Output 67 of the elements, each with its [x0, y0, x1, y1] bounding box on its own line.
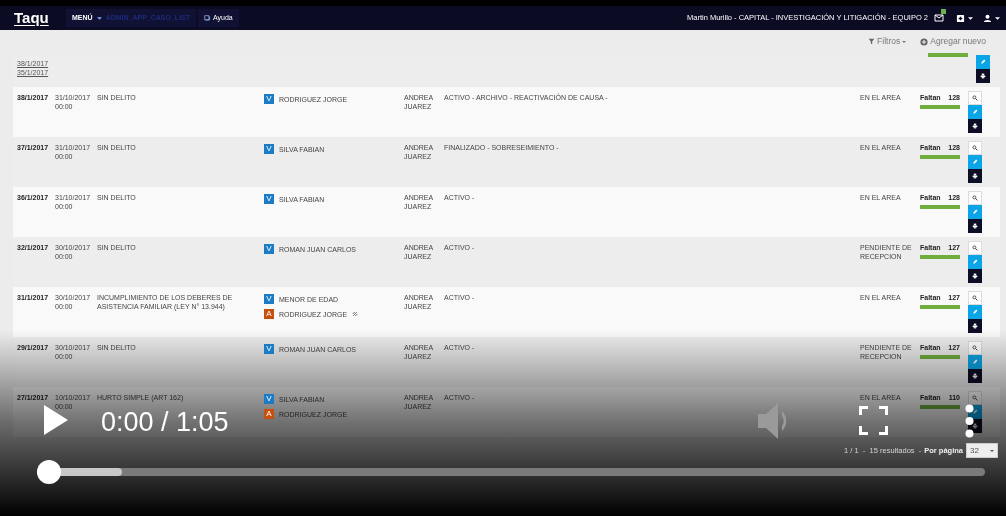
caret-icon: [902, 40, 907, 43]
view-button[interactable]: [968, 141, 982, 155]
add-menu-button[interactable]: [956, 13, 973, 23]
video-time: 0:00 / 1:05: [101, 406, 229, 439]
view-button[interactable]: [968, 191, 982, 205]
search-icon: [972, 395, 978, 401]
app-logo: Taqu: [14, 7, 50, 28]
role-badge: V: [264, 393, 274, 404]
view-button[interactable]: [968, 341, 982, 355]
seek-slider[interactable]: [37, 460, 985, 484]
pencil-icon: [980, 59, 986, 65]
view-button[interactable]: [968, 291, 982, 305]
filter-icon: [868, 38, 876, 45]
printer-icon: [972, 373, 978, 379]
messages-button[interactable]: [934, 12, 946, 24]
search-icon: [972, 295, 978, 301]
print-button[interactable]: [968, 269, 982, 283]
caret-icon: [995, 16, 1000, 20]
role-badge: A: [264, 308, 274, 319]
book-icon: [204, 14, 212, 22]
pencil-icon: [972, 159, 978, 165]
fullscreen-button[interactable]: [859, 406, 888, 435]
print-button[interactable]: [968, 169, 982, 183]
role-badge: V: [264, 343, 274, 354]
printer-icon: [972, 273, 978, 279]
printer-icon: [980, 73, 986, 79]
pencil-icon: [972, 259, 978, 265]
view-button[interactable]: [968, 91, 982, 105]
more-options-button[interactable]: [965, 404, 974, 438]
search-icon: [972, 195, 978, 201]
caret-icon: [96, 16, 102, 20]
pencil-icon: [972, 109, 978, 115]
envelope-icon: [934, 13, 944, 23]
user-menu-button[interactable]: [983, 13, 1000, 23]
filters-button[interactable]: Filtros: [868, 35, 907, 48]
plus-circle-icon: [920, 37, 929, 46]
plus-icon: [956, 13, 965, 23]
search-icon: [972, 145, 978, 151]
printer-icon: [972, 323, 978, 329]
pencil-icon: [972, 409, 978, 415]
pencil-icon: [972, 209, 978, 215]
print-button[interactable]: [976, 69, 990, 83]
printer-icon: [972, 123, 978, 129]
print-button[interactable]: [968, 369, 982, 383]
pencil-icon: [972, 359, 978, 365]
printer-icon: [972, 423, 978, 429]
per-page-select[interactable]: 32: [966, 443, 998, 458]
role-badge: V: [264, 93, 274, 104]
role-badge: V: [264, 243, 274, 254]
print-button[interactable]: [968, 319, 982, 333]
view-button[interactable]: [968, 241, 982, 255]
role-badge: V: [264, 293, 274, 304]
caret-icon: [968, 16, 973, 20]
pencil-icon: [972, 309, 978, 315]
printer-icon: [972, 223, 978, 229]
role-badge: V: [264, 143, 274, 154]
role-badge: A: [264, 408, 274, 419]
caret-icon: [990, 449, 994, 452]
search-icon: [972, 345, 978, 351]
printer-icon: [972, 173, 978, 179]
add-new-button[interactable]: Agregar nuevo: [920, 35, 988, 48]
role-badge: V: [264, 193, 274, 204]
search-icon: [972, 95, 978, 101]
print-button[interactable]: [968, 219, 982, 233]
search-icon: [972, 245, 978, 251]
user-icon: [983, 13, 992, 23]
print-button[interactable]: [968, 119, 982, 133]
